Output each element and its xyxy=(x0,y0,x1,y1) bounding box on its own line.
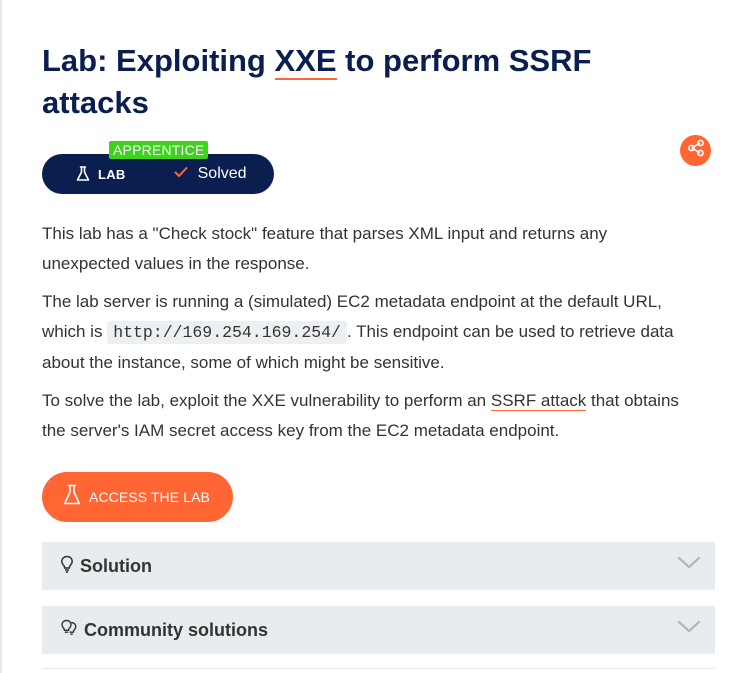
lab-description: This lab has a "Check stock" feature tha… xyxy=(42,219,682,454)
left-border xyxy=(0,0,2,673)
lab-type: LAB xyxy=(76,166,126,182)
community-solutions-label: Community solutions xyxy=(84,619,268,640)
check-icon xyxy=(174,165,188,183)
metadata-url-code: http://169.254.169.254/ xyxy=(107,321,347,344)
access-lab-label: ACCESS THE LAB xyxy=(89,489,210,505)
solution-accordion[interactable]: Solution xyxy=(42,542,715,590)
share-icon xyxy=(687,139,705,162)
status-pill: LAB Solved xyxy=(42,154,274,194)
title-prefix: Lab: Exploiting xyxy=(42,43,275,78)
level-tag: APPRENTICE xyxy=(109,141,209,159)
description-paragraph: This lab has a "Check stock" feature tha… xyxy=(42,224,608,273)
solution-label: Solution xyxy=(80,555,152,576)
description-text: To solve the lab, exploit the XXE vulner… xyxy=(42,391,491,410)
lab-type-label: LAB xyxy=(98,166,126,182)
description-paragraph: To solve the lab, exploit the XXE vulner… xyxy=(42,386,682,446)
page-title: Lab: Exploiting XXE to perform SSRF atta… xyxy=(42,40,662,124)
lightbulb-icon xyxy=(60,555,74,578)
solved-label: Solved xyxy=(197,165,247,182)
solved-status: Solved xyxy=(174,165,247,183)
community-bulbs-icon xyxy=(60,619,78,642)
flask-icon xyxy=(76,166,90,182)
chevron-down-icon xyxy=(677,620,701,639)
chevron-down-icon xyxy=(677,556,701,575)
flask-icon xyxy=(63,484,81,511)
section-divider xyxy=(42,668,715,669)
xxe-topic-link[interactable]: XXE xyxy=(274,43,337,80)
community-solutions-accordion[interactable]: Community solutions xyxy=(42,606,715,654)
description-paragraph: The lab server is running a (simulated) … xyxy=(42,287,682,378)
ssrf-attack-link[interactable]: SSRF attack xyxy=(490,391,587,411)
access-lab-button[interactable]: ACCESS THE LAB xyxy=(42,472,233,522)
share-button[interactable] xyxy=(680,135,711,166)
